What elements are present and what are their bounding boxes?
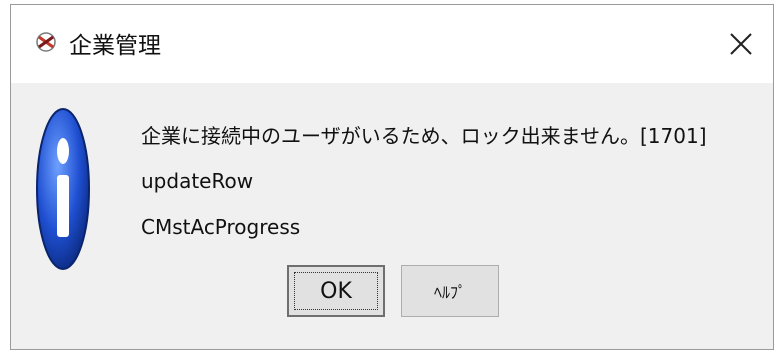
message-method: updateRow: [141, 169, 254, 193]
dialog-title: 企業管理: [69, 33, 161, 59]
ok-button[interactable]: OK: [287, 265, 385, 317]
close-icon: [730, 33, 752, 55]
help-button-label: ﾍﾙﾌﾟ: [433, 283, 466, 302]
message-dialog: 企業管理 企業に接続中のユーザがいるため、ロック出来ません。[1701] upd…: [10, 4, 774, 350]
app-logo-icon: [35, 31, 57, 53]
help-button[interactable]: ﾍﾙﾌﾟ: [401, 265, 499, 317]
message-text: 企業に接続中のユーザがいるため、ロック出来ません。[1701]: [141, 124, 707, 148]
title-bar[interactable]: 企業管理: [11, 5, 773, 83]
info-icon: [35, 105, 91, 273]
message-class: CMstAcProgress: [141, 215, 301, 239]
focus-ring: [294, 272, 378, 310]
close-button[interactable]: [709, 5, 773, 83]
